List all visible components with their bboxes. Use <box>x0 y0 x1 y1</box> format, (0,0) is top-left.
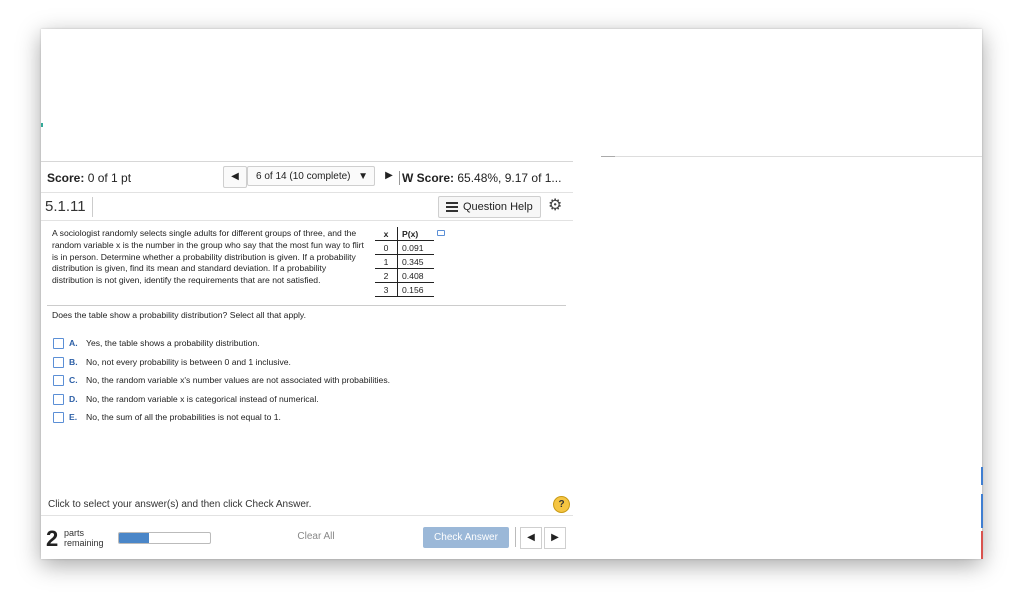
parts-label: parts remaining <box>64 528 104 548</box>
option-text: No, not every probability is between 0 a… <box>86 356 291 367</box>
table-row: 3 0.156 <box>375 282 434 297</box>
checkbox[interactable] <box>53 375 64 386</box>
score: Score: 0 of 1 pt <box>47 171 131 185</box>
divider <box>515 527 516 547</box>
checkbox[interactable] <box>53 338 64 349</box>
parts-label-line2: remaining <box>64 538 104 548</box>
table-cell: 0.408 <box>397 268 434 283</box>
table-header-px: P(x) <box>397 227 434 241</box>
table-cell: 1 <box>375 254 398 269</box>
hw-score: W Score: 65.48%, 9.17 of 1... <box>399 171 561 185</box>
problem-text: A sociologist randomly selects single ad… <box>52 228 364 286</box>
prev-part-button[interactable]: ◀ <box>520 527 542 549</box>
option-text: No, the sum of all the probabilities is … <box>86 412 281 422</box>
check-answer-button[interactable]: Check Answer <box>423 527 509 548</box>
table-cell: 3 <box>375 282 398 297</box>
hw-score-value: 65.48%, 9.17 of 1... <box>457 171 562 185</box>
divider <box>41 515 573 516</box>
hw-score-label: W Score: <box>402 171 455 185</box>
table-cell: 0.091 <box>397 240 434 255</box>
table-row: 2 0.408 <box>375 268 434 283</box>
edge-mark <box>41 123 43 127</box>
question-progress: 6 of 14 (10 complete) <box>256 171 351 182</box>
chevron-down-icon: ▼ <box>358 171 368 182</box>
probability-table: x P(x) 0 0.091 1 0.345 2 0.408 3 0.156 <box>375 227 434 297</box>
parts-count: 2 <box>46 526 59 551</box>
edge-accent <box>981 531 983 559</box>
score-label: Score: <box>47 171 85 185</box>
question-select[interactable]: 6 of 14 (10 complete) ▼ <box>247 166 375 186</box>
table-row: 0 0.091 <box>375 240 434 255</box>
copy-icon[interactable] <box>437 230 445 236</box>
prev-question-button[interactable]: ◀ <box>223 166 247 188</box>
edge-accent <box>981 494 983 528</box>
table-row: 1 0.345 <box>375 254 434 269</box>
help-icon[interactable]: ? <box>553 496 570 513</box>
table-cell: 0.345 <box>397 254 434 269</box>
score-bar: Score: 0 of 1 pt ◀ 6 of 14 (10 complete)… <box>41 161 573 193</box>
next-question-button[interactable]: ▶ <box>379 166 399 186</box>
score-value: 0 of 1 pt <box>87 171 132 185</box>
option-text: No, the random variable x's number value… <box>86 375 391 385</box>
parts-progress-bar <box>118 532 211 544</box>
checkbox[interactable] <box>53 356 64 368</box>
table-cell: 0 <box>375 240 398 255</box>
top-divider <box>615 156 982 157</box>
gear-icon[interactable]: ⚙ <box>548 195 562 215</box>
option-letter: C. <box>69 375 78 385</box>
question-help-label: Question Help <box>463 201 533 213</box>
divider <box>47 305 566 306</box>
option-letter: A. <box>69 338 78 348</box>
option-letter: D. <box>69 393 78 404</box>
top-mark <box>601 156 615 157</box>
parts-label-line1: parts <box>64 528 85 538</box>
progress-fill <box>119 533 150 543</box>
option-text: No, the random variable x is categorical… <box>86 393 319 404</box>
checkbox[interactable] <box>53 393 64 405</box>
edge-accent <box>981 467 983 485</box>
option-text: Yes, the table shows a probability distr… <box>86 338 260 348</box>
table-cell: 2 <box>375 268 398 283</box>
option-letter: E. <box>69 412 78 422</box>
window: Score: 0 of 1 pt ◀ 6 of 14 (10 complete)… <box>41 29 983 559</box>
checkbox[interactable] <box>53 412 64 423</box>
clear-all-button[interactable]: Clear All <box>275 527 357 547</box>
table-header-x: x <box>375 227 398 241</box>
table-cell: 0.156 <box>397 282 434 297</box>
instruction-text: Click to select your answer(s) and then … <box>48 499 312 510</box>
question-help-button[interactable]: Question Help <box>438 196 541 218</box>
option-letter: B. <box>69 356 78 367</box>
question-text: Does the table show a probability distri… <box>52 310 306 320</box>
list-icon <box>446 202 458 212</box>
question-number: 5.1.11 <box>45 197 93 217</box>
divider <box>41 220 573 221</box>
next-part-button[interactable]: ▶ <box>544 527 566 549</box>
